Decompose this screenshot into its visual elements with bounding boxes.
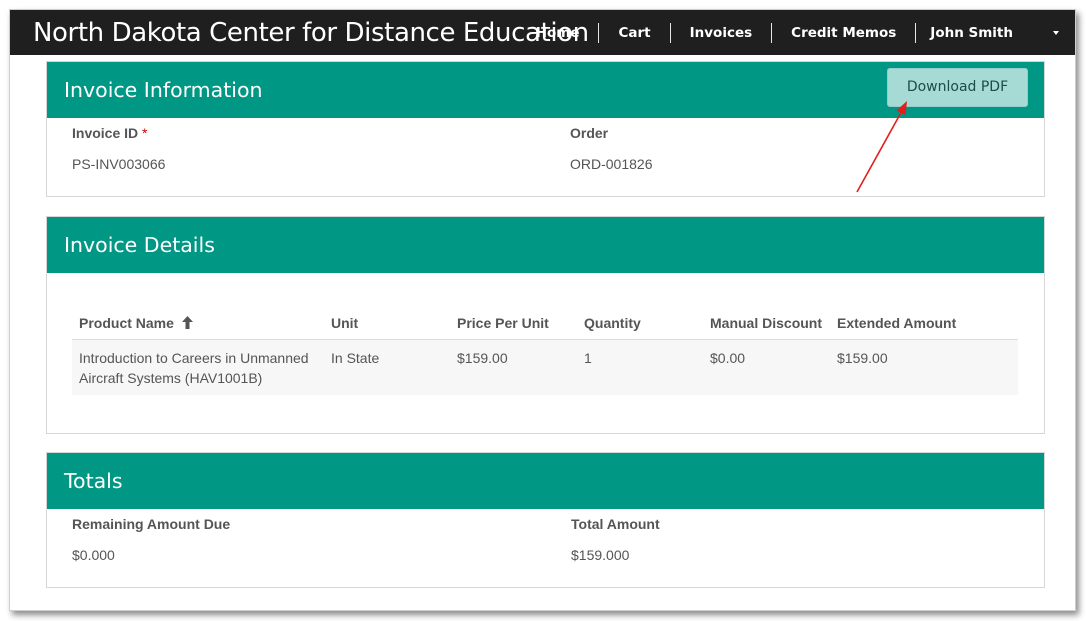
required-mark: * xyxy=(142,125,148,141)
invoice-details-table: Product Name Unit Price Per Unit Quantit… xyxy=(72,313,1018,395)
user-menu[interactable]: John Smith xyxy=(916,25,1075,41)
nav-invoices-link[interactable]: Invoices xyxy=(671,22,773,43)
totals-panel: Totals Remaining Amount Due $0.000 Total… xyxy=(46,452,1045,588)
total-amount-label: Total Amount xyxy=(571,516,660,532)
nav-links: Home Cart Invoices Credit Memos John Smi… xyxy=(517,10,1075,55)
invoice-details-header: Invoice Details xyxy=(47,217,1044,273)
remaining-amount-label: Remaining Amount Due xyxy=(72,516,231,532)
remaining-amount-value: $0.000 xyxy=(72,547,115,563)
nav-home-link[interactable]: Home xyxy=(517,22,600,43)
table-row: Introduction to Careers in Unmanned Airc… xyxy=(72,339,1018,395)
cell-manual-discount: $0.00 xyxy=(703,339,830,395)
totals-title: Totals xyxy=(64,469,123,493)
column-price-per-unit[interactable]: Price Per Unit xyxy=(450,313,577,340)
column-manual-discount[interactable]: Manual Discount xyxy=(703,313,830,340)
site-brand[interactable]: North Dakota Center for Distance Educati… xyxy=(33,18,589,48)
user-name: John Smith xyxy=(930,24,1013,41)
sort-ascending-icon xyxy=(181,315,193,329)
caret-down-icon xyxy=(1053,30,1059,35)
table-header-row: Product Name Unit Price Per Unit Quantit… xyxy=(72,313,1018,340)
cell-product-name: Introduction to Careers in Unmanned Airc… xyxy=(72,339,324,395)
cell-price-per-unit: $159.00 xyxy=(450,339,577,395)
top-navbar: North Dakota Center for Distance Educati… xyxy=(10,10,1075,55)
column-quantity[interactable]: Quantity xyxy=(577,313,703,340)
invoice-id-label-text: Invoice ID xyxy=(72,125,139,141)
invoice-information-title: Invoice Information xyxy=(64,78,263,102)
cell-extended-amount: $159.00 xyxy=(830,339,1018,395)
order-label: Order xyxy=(570,125,609,141)
column-unit[interactable]: Unit xyxy=(324,313,450,340)
totals-header: Totals xyxy=(47,453,1044,509)
nav-credit-memos-link[interactable]: Credit Memos xyxy=(772,22,917,43)
total-amount-value: $159.000 xyxy=(571,547,630,563)
invoice-details-panel: Invoice Details Product Name Unit Price … xyxy=(46,216,1045,434)
column-product-name[interactable]: Product Name xyxy=(72,313,324,340)
app-window: North Dakota Center for Distance Educati… xyxy=(9,9,1076,611)
column-extended-amount[interactable]: Extended Amount xyxy=(830,313,1018,340)
order-value[interactable]: ORD-001826 xyxy=(570,156,653,172)
cell-unit: In State xyxy=(324,339,450,395)
invoice-id-value: PS-INV003066 xyxy=(72,156,166,172)
invoice-details-title: Invoice Details xyxy=(64,233,215,257)
cell-quantity: 1 xyxy=(577,339,703,395)
invoice-information-panel: Invoice Information Download PDF Invoice… xyxy=(46,61,1045,197)
column-product-name-label: Product Name xyxy=(79,314,174,331)
invoice-id-label: Invoice ID * xyxy=(72,125,147,141)
download-pdf-button[interactable]: Download PDF xyxy=(887,68,1028,107)
nav-cart-link[interactable]: Cart xyxy=(599,22,671,43)
invoice-information-header: Invoice Information Download PDF xyxy=(47,62,1044,118)
